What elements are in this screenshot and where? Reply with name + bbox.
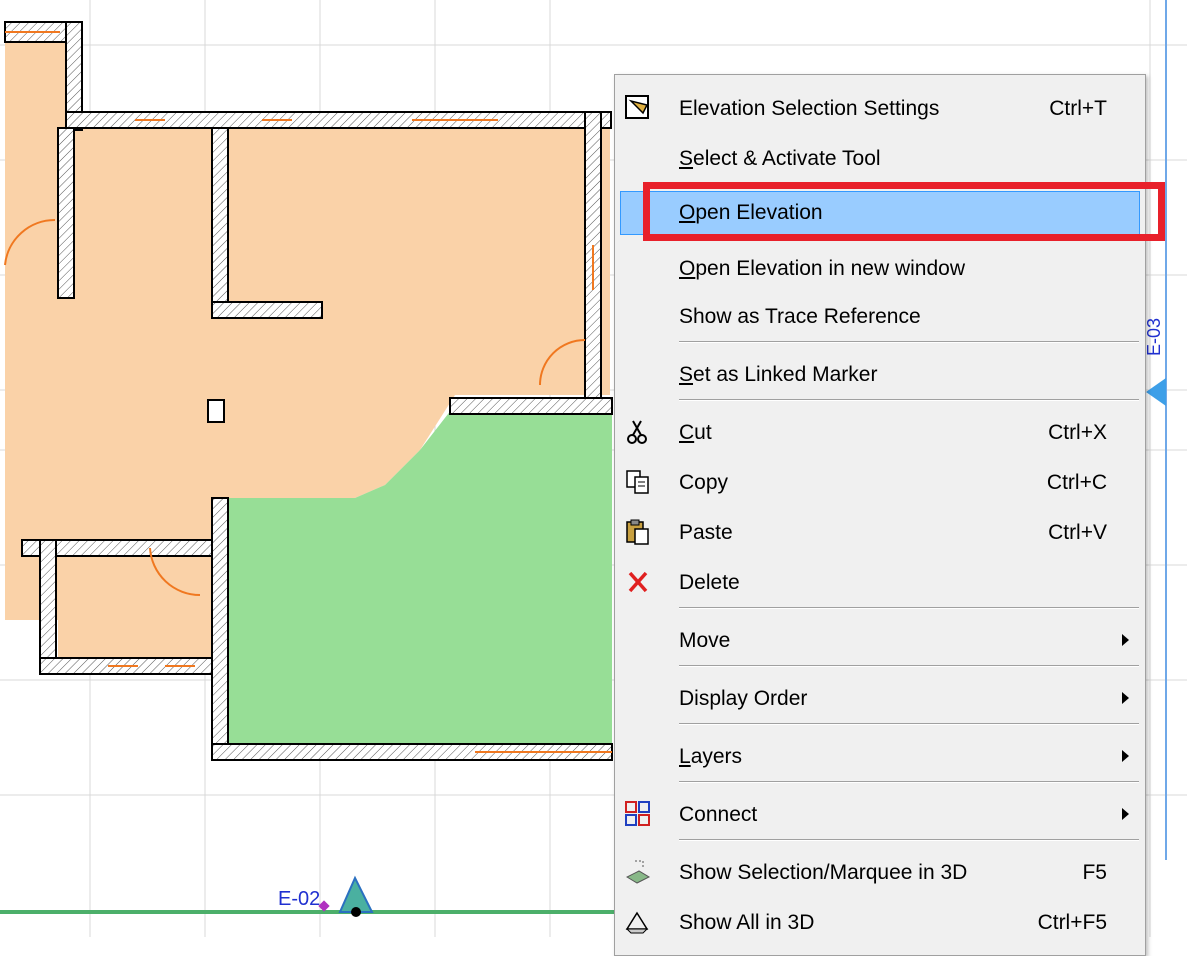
menu-item-paste[interactable]: Paste Ctrl+V	[615, 511, 1143, 555]
menu-item-open-elevation[interactable]: Open Elevation	[620, 191, 1140, 235]
marker-label-e02: E-02	[278, 888, 320, 910]
submenu-arrow-icon	[1122, 808, 1129, 820]
menu-item-elevation-selection-settings[interactable]: Elevation Selection Settings Ctrl+T	[615, 87, 1143, 131]
menu-separator	[679, 182, 1139, 184]
menu-item-show-all-3d[interactable]: Show All in 3D Ctrl+F5	[615, 901, 1143, 945]
menu-separator	[679, 341, 1139, 343]
delete-x-icon	[628, 571, 648, 593]
submenu-arrow-icon	[1122, 634, 1129, 646]
menu-item-open-elevation-new-window[interactable]: Open Elevation in new window	[615, 247, 1143, 291]
menu-separator	[679, 781, 1139, 783]
show-all-3d-icon	[625, 911, 649, 934]
menu-item-copy[interactable]: Copy Ctrl+C	[615, 461, 1143, 505]
context-menu: Elevation Selection Settings Ctrl+T Sele…	[614, 74, 1146, 956]
menu-item-set-as-linked-marker[interactable]: Set as Linked Marker	[615, 353, 1143, 397]
submenu-arrow-icon	[1122, 692, 1129, 704]
scissors-icon	[627, 420, 647, 444]
menu-separator	[679, 665, 1139, 667]
menu-item-show-selection-3d[interactable]: Show Selection/Marquee in 3D F5	[615, 851, 1143, 895]
show-selection-3d-icon	[625, 860, 651, 884]
menu-item-layers[interactable]: Layers	[615, 735, 1143, 779]
copy-icon	[626, 470, 649, 494]
small-room	[58, 548, 213, 658]
submenu-arrow-icon	[1122, 750, 1129, 762]
menu-separator	[679, 723, 1139, 725]
elevation-settings-icon	[625, 95, 649, 119]
menu-item-select-activate-tool[interactable]: Select & Activate Tool	[615, 137, 1143, 181]
paste-icon	[626, 519, 649, 545]
menu-item-delete[interactable]: Delete	[615, 561, 1143, 605]
menu-item-move[interactable]: Move	[615, 619, 1143, 663]
menu-item-cut[interactable]: Cut Ctrl+X	[615, 411, 1143, 455]
menu-item-display-order[interactable]: Display Order	[615, 677, 1143, 721]
elevation-marker-e03	[1146, 378, 1166, 406]
menu-item-show-as-trace-reference[interactable]: Show as Trace Reference	[615, 295, 1143, 339]
connect-icon	[625, 801, 650, 826]
menu-separator	[679, 607, 1139, 609]
marker-label-e03: E-03	[1144, 318, 1164, 356]
menu-separator	[679, 399, 1139, 401]
menu-separator	[679, 839, 1139, 841]
elevation-marker-e02	[338, 875, 374, 913]
menu-item-connect[interactable]: Connect	[615, 793, 1143, 837]
